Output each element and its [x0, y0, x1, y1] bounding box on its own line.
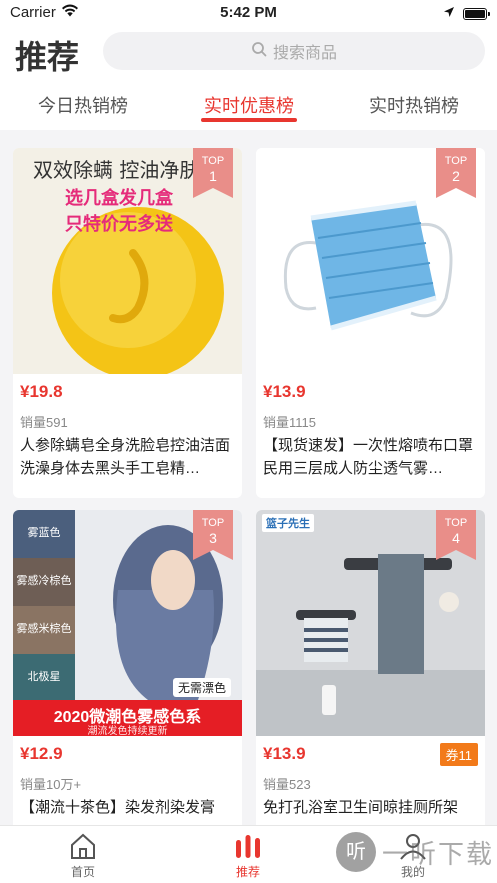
ranking-tabs: 今日热销榜 实时优惠榜 实时热销榜: [0, 86, 497, 130]
tab-realtime-hot[interactable]: 实时热销榜: [331, 92, 497, 118]
brand-logo: 篮子先生: [262, 514, 314, 532]
product-image: 雾蓝色 雾感冷棕色 雾感米棕色 北极星 无需漂色 2020微潮色雾感色系 潮流发…: [13, 510, 242, 736]
product-price: ¥19.8: [20, 382, 63, 401]
product-image: 篮子先生 TOP 4: [256, 510, 485, 736]
banner-line-3: 只特价无多送: [65, 214, 173, 234]
product-price: ¥12.9: [20, 744, 63, 763]
tab-recommend[interactable]: 推荐: [208, 832, 288, 880]
active-tab-indicator: [201, 118, 297, 122]
product-title: 免打孔浴室卫生间晾挂厕所架: [263, 799, 459, 816]
swatch-label: 北极星: [27, 671, 61, 683]
tab-home-label: 首页: [70, 865, 95, 879]
banner-line-2: 选几盒发几盒: [65, 188, 173, 208]
status-bar: Carrier 5:42 PM: [0, 0, 497, 26]
tab-today-hot[interactable]: 今日热销榜: [0, 92, 166, 118]
search-icon: [251, 41, 267, 62]
product-price: ¥13.9: [263, 744, 306, 763]
product-image: 双效除螨 控油净肤 选几盒发几盒 只特价无多送 TOP 1: [13, 148, 242, 374]
swatch-label: 雾蓝色: [27, 527, 61, 539]
product-title: 【潮流十茶色】染发剂染发膏: [20, 799, 216, 816]
search-placeholder: 搜索商品: [272, 45, 337, 62]
product-price: ¥13.9: [263, 382, 306, 401]
tab-home[interactable]: 首页: [43, 832, 123, 880]
watermark: 听 一听下载: [336, 832, 494, 872]
watermark-text: 一听下载: [382, 838, 495, 869]
coupon-badge: 券11: [439, 743, 478, 766]
tab-realtime-discount[interactable]: 实时优惠榜: [166, 92, 332, 118]
swatch-label: 雾感米棕色: [16, 623, 72, 635]
product-image: TOP 2: [256, 148, 485, 374]
product-card[interactable]: 篮子先生 TOP 4 ¥13.9 券11 销量523 免打孔浴室卫生间晾挂厕所架: [256, 510, 485, 830]
tab-recommend-label: 推荐: [235, 865, 260, 879]
watermark-logo: 听: [336, 832, 376, 872]
home-icon: [71, 833, 95, 859]
product-title: 人参除螨皂全身洗脸皂控油洁面洗澡身体去黑头手工皂精…: [20, 437, 231, 477]
product-card[interactable]: 双效除螨 控油净肤 选几盒发几盒 只特价无多送 TOP 1 ¥19.8 销量591…: [13, 148, 242, 498]
product-sales: 销量10万+: [20, 777, 82, 792]
ranking-bars-icon: [236, 835, 260, 858]
product-sales: 销量591: [20, 415, 68, 430]
search-input[interactable]: 搜索商品: [103, 32, 485, 70]
product-title: 【现货速发】一次性熔喷布口罩民用三层成人防尘透气雾…: [263, 437, 474, 477]
product-card[interactable]: TOP 2 ¥13.9 销量1115 【现货速发】一次性熔喷布口罩民用三层成人防尘…: [256, 148, 485, 498]
product-sales: 销量1115: [263, 415, 316, 430]
page-title: 推荐: [15, 39, 80, 75]
location-arrow-icon: [443, 5, 455, 22]
banner-line-1: 双效除螨 控油净肤: [33, 158, 200, 182]
battery-icon: [463, 7, 490, 20]
header: 推荐 搜索商品 今日热销榜 实时优惠榜 实时热销榜: [0, 26, 497, 130]
status-time: 5:42 PM: [220, 4, 277, 21]
promo-banner-sub: 潮流发色持续更新: [87, 726, 168, 736]
product-card[interactable]: 雾蓝色 雾感冷棕色 雾感米棕色 北极星 无需漂色 2020微潮色雾感色系 潮流发…: [13, 510, 242, 830]
swatch-label: 雾感冷棕色: [16, 575, 72, 587]
no-bleach-tag: 无需漂色: [173, 678, 232, 697]
product-sales: 销量523: [263, 777, 311, 792]
